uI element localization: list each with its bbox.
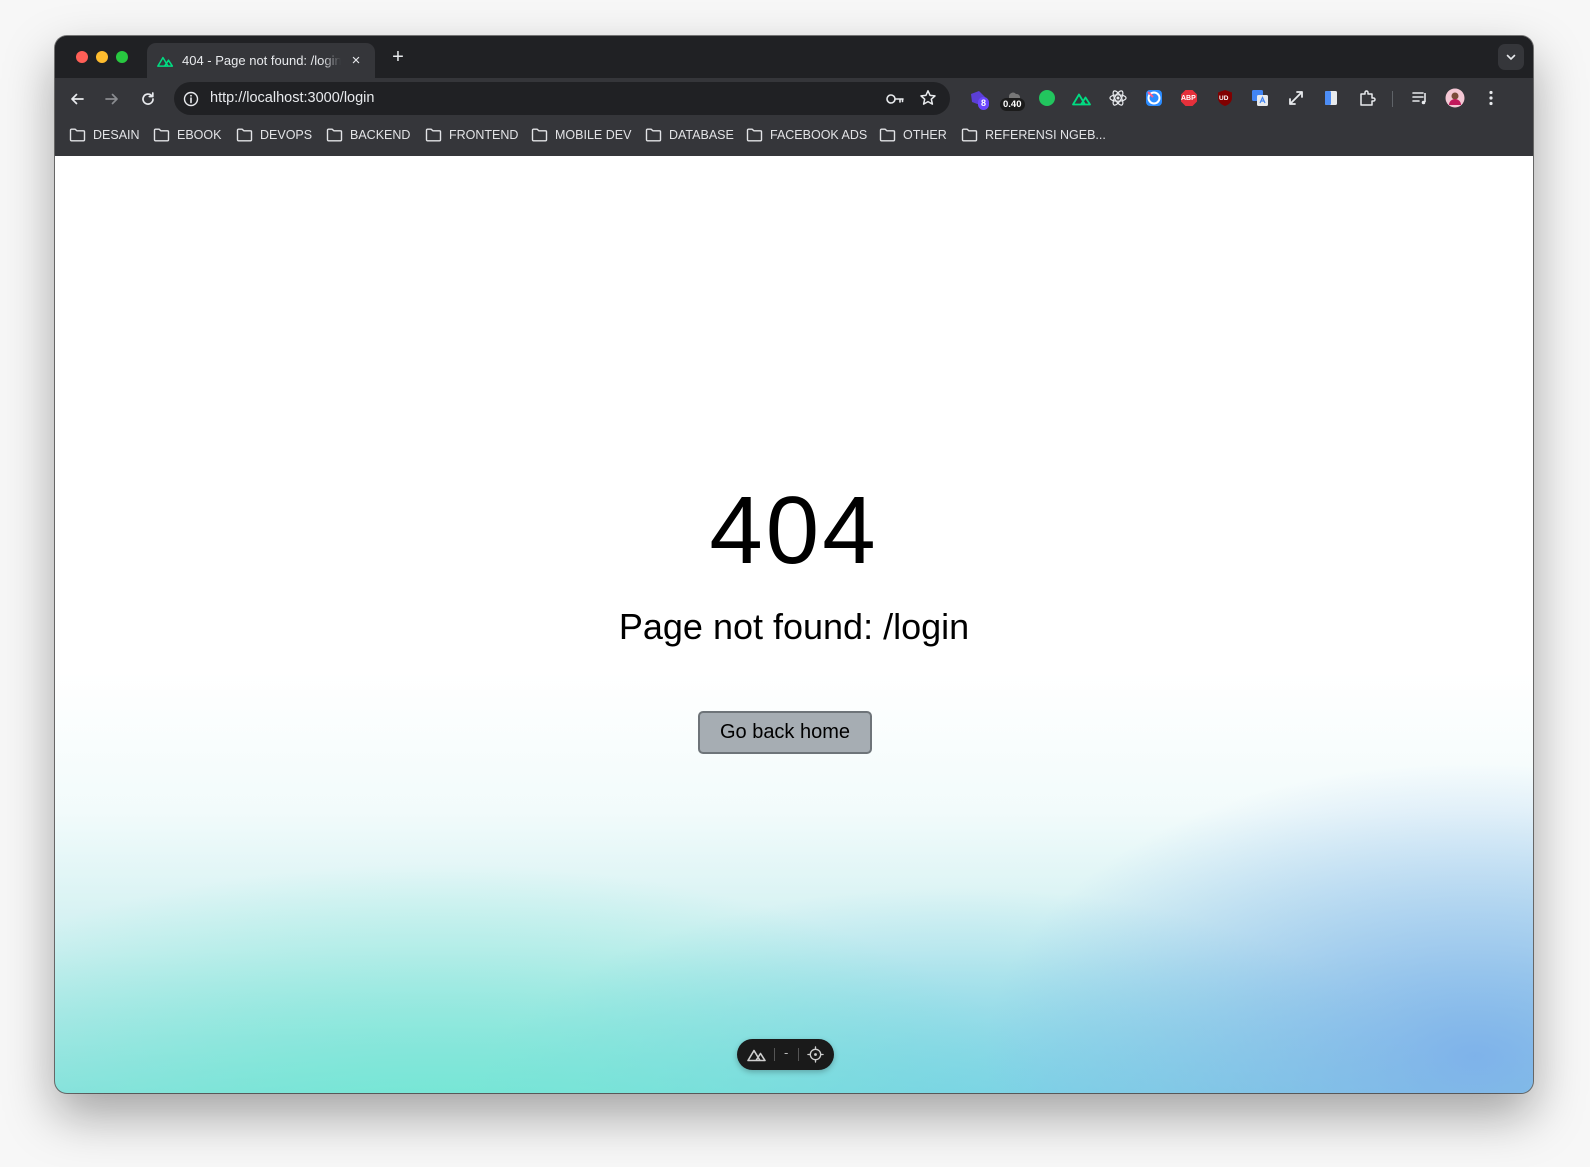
- bookmark-label: DEVOPS: [260, 128, 313, 142]
- translate-icon: [1252, 90, 1268, 106]
- page-content: 404 Page not found: /login Go back home …: [55, 156, 1533, 1093]
- chevron-down-icon: [1506, 54, 1516, 61]
- folder-icon: [326, 128, 343, 142]
- extension-nuxt[interactable]: [1072, 88, 1092, 108]
- bookmarks-bar: DESAIN EBOOK DEVOPS BACKEND FRONTEND MOBILE D…: [55, 119, 1533, 156]
- playlist-icon: [1412, 92, 1426, 105]
- folder-icon: [531, 128, 548, 142]
- nuxt-logo-icon: [747, 1049, 766, 1062]
- maximize-window-button[interactable]: [116, 51, 128, 63]
- browser-menu-button[interactable]: [1481, 88, 1501, 108]
- extension-color-ring[interactable]: [1144, 88, 1164, 108]
- nuxt-favicon-icon: [157, 56, 174, 67]
- folder-icon: [425, 128, 442, 142]
- password-key-icon[interactable]: [885, 90, 905, 108]
- bookmark-label: REFERENSI NGEB...: [985, 128, 1106, 142]
- bookmark-folder[interactable]: OTHER: [879, 128, 947, 142]
- bookmark-folder[interactable]: DATABASE: [645, 128, 734, 142]
- close-window-button[interactable]: [76, 51, 88, 63]
- expand-arrows-icon: [1289, 91, 1303, 105]
- bookmark-label: OTHER: [903, 128, 947, 142]
- extension-react[interactable]: [1108, 88, 1128, 108]
- nuxt-icon: [1072, 93, 1091, 105]
- folder-icon: [879, 128, 896, 142]
- bookmark-folder[interactable]: FRONTEND: [425, 128, 518, 142]
- extension-badge-value: 0.40: [1000, 98, 1025, 111]
- reload-button[interactable]: [136, 87, 160, 111]
- browser-window: 404 - Page not found: /login | Nuxt × +: [55, 36, 1533, 1093]
- extension-translate[interactable]: [1250, 88, 1270, 108]
- tab-close-icon[interactable]: ×: [347, 52, 365, 69]
- bookmark-label: MOBILE DEV: [555, 128, 632, 142]
- profile-avatar[interactable]: [1445, 88, 1465, 108]
- ud-label: UD: [1219, 95, 1229, 102]
- bookmark-label: DESAIN: [93, 128, 140, 142]
- extension-badge: 8: [978, 97, 990, 110]
- extension-shapes[interactable]: 8: [968, 88, 990, 110]
- bookmark-label: FACEBOOK ADS: [770, 128, 868, 142]
- address-bar[interactable]: http://localhost:3000/login: [174, 82, 950, 115]
- back-button[interactable]: [65, 87, 89, 111]
- extension-expand[interactable]: [1286, 88, 1306, 108]
- bookmark-folder[interactable]: FACEBOOK ADS: [746, 128, 867, 142]
- tab-strip: 404 - Page not found: /login | Nuxt × +: [55, 36, 1533, 78]
- tab-search-button[interactable]: [1498, 44, 1524, 70]
- minimize-window-button[interactable]: [96, 51, 108, 63]
- bookmark-folder[interactable]: DEVOPS: [236, 128, 312, 142]
- folder-icon: [645, 128, 662, 142]
- arrow-left-icon: [71, 93, 84, 105]
- bookmark-folder[interactable]: MOBILE DEV: [531, 128, 631, 142]
- tab-title: 404 - Page not found: /login | Nuxt: [182, 53, 341, 68]
- nuxt-devtools-toggle[interactable]: -: [737, 1039, 834, 1070]
- go-back-home-button[interactable]: Go back home: [698, 711, 872, 754]
- tab-active[interactable]: 404 - Page not found: /login | Nuxt ×: [147, 43, 375, 78]
- folder-icon: [746, 128, 763, 142]
- folder-icon: [69, 128, 86, 142]
- reload-icon: [142, 92, 154, 105]
- green-circle-icon: [1039, 90, 1055, 106]
- more-vertical-icon: [1489, 90, 1493, 106]
- bookmark-folder[interactable]: EBOOK: [153, 128, 221, 142]
- folder-icon: [961, 128, 978, 142]
- abp-label: ABP: [1181, 95, 1196, 102]
- devtools-divider: [798, 1048, 799, 1061]
- puzzle-piece-icon: [1360, 90, 1376, 106]
- bookmark-label: DATABASE: [669, 128, 734, 142]
- bookmark-label: FRONTEND: [449, 128, 519, 142]
- arrow-right-icon: [105, 93, 118, 105]
- component-inspector-icon[interactable]: [807, 1046, 824, 1063]
- error-code: 404: [709, 477, 879, 584]
- extension-docs[interactable]: [1321, 88, 1341, 108]
- devtools-divider: [774, 1048, 775, 1061]
- toolbar: http://localhost:3000/login 8 0.40 ABP U…: [55, 78, 1533, 119]
- bookmark-star-icon[interactable]: [919, 89, 937, 107]
- extension-adblock[interactable]: ABP: [1179, 88, 1199, 108]
- site-info-icon[interactable]: [183, 91, 199, 107]
- url-text[interactable]: http://localhost:3000/login: [210, 90, 374, 106]
- color-ring-icon: [1146, 90, 1162, 106]
- bookmark-label: BACKEND: [350, 128, 411, 142]
- bookmark-label: EBOOK: [177, 128, 222, 142]
- document-icon: [1325, 91, 1337, 105]
- react-atom-icon: [1109, 90, 1127, 106]
- new-tab-button[interactable]: +: [386, 46, 410, 69]
- media-controls-button[interactable]: [1410, 88, 1430, 108]
- error-message: Page not found: /login: [618, 606, 970, 647]
- folder-icon: [236, 128, 253, 142]
- bookmark-folder[interactable]: BACKEND: [326, 128, 410, 142]
- extensions-menu-button[interactable]: [1357, 88, 1377, 108]
- avatar-icon: [1445, 88, 1465, 108]
- folder-icon: [153, 128, 170, 142]
- bookmark-folder[interactable]: REFERENSI NGEB...: [961, 128, 1106, 142]
- extension-green-dot[interactable]: [1037, 88, 1057, 108]
- toolbar-divider: [1392, 91, 1393, 107]
- forward-button[interactable]: [100, 87, 124, 111]
- extension-ublock[interactable]: UD: [1215, 88, 1235, 108]
- bookmark-folder[interactable]: DESAIN: [69, 128, 140, 142]
- extension-counter[interactable]: 0.40: [1000, 88, 1026, 111]
- devtools-status: -: [784, 1045, 789, 1060]
